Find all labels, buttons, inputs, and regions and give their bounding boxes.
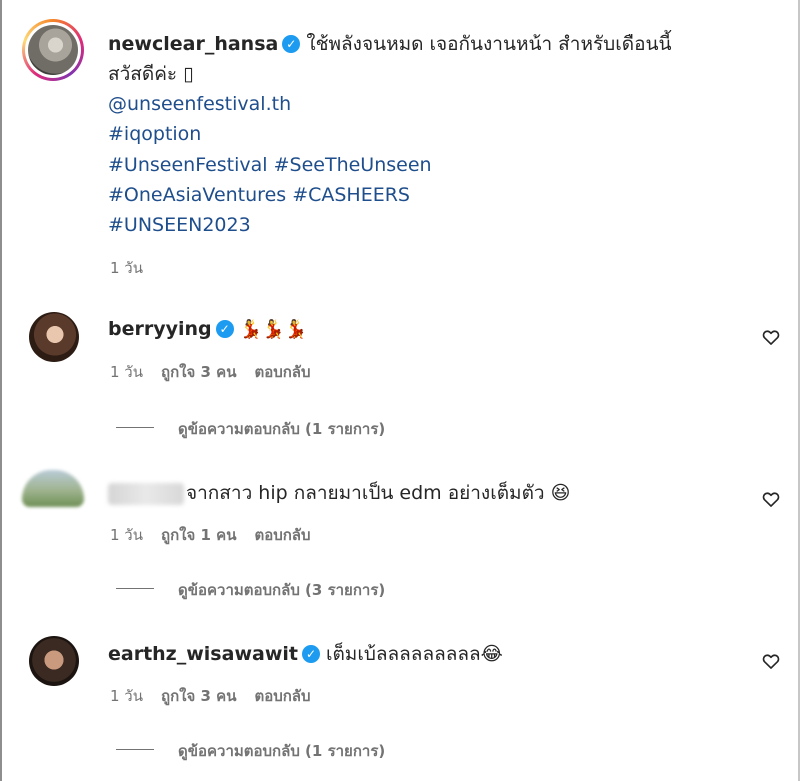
- comment-meta: 1 วัน ถูกใจ 1 คน ตอบกลับ: [110, 523, 329, 547]
- verified-badge-icon: ✓: [215, 320, 234, 338]
- commenter-avatar[interactable]: [29, 312, 79, 362]
- heart-icon[interactable]: [761, 651, 781, 671]
- reply-button[interactable]: ตอบกลับ: [254, 526, 310, 544]
- caption-avatar[interactable]: [22, 19, 84, 81]
- reply-button[interactable]: ตอบกลับ: [254, 687, 310, 705]
- comment-time[interactable]: 1 วัน: [110, 687, 143, 705]
- caption-line-2: สวัสดีค่ะ ▯: [108, 63, 194, 85]
- blurred-username[interactable]: [108, 483, 184, 505]
- comment-likes[interactable]: ถูกใจ 3 คน: [161, 363, 236, 381]
- commenter-avatar[interactable]: [29, 636, 79, 686]
- hashtag-link[interactable]: #UNSEEN2023: [108, 210, 251, 240]
- replies-divider: [116, 588, 154, 589]
- comment-meta: 1 วัน ถูกใจ 3 คน ตอบกลับ: [110, 684, 329, 708]
- reply-button[interactable]: ตอบกลับ: [254, 363, 310, 381]
- comment-text: 💃💃💃: [239, 319, 307, 340]
- comment-time[interactable]: 1 วัน: [110, 526, 143, 544]
- view-replies-button[interactable]: ดูข้อความตอบกลับ (3 รายการ): [178, 578, 385, 602]
- replies-divider: [116, 427, 154, 428]
- commenter-avatar[interactable]: [22, 470, 84, 507]
- caption-time[interactable]: 1 วัน: [110, 256, 143, 280]
- replies-divider: [116, 749, 154, 750]
- comment-meta: 1 วัน ถูกใจ 3 คน ตอบกลับ: [110, 360, 329, 384]
- comment-text: จากสาว hip กลายมาเป็น edm อย่างเต็มตัว 😆: [186, 482, 571, 504]
- verified-badge-icon: ✓: [301, 645, 320, 663]
- hashtag-link[interactable]: #iqoption: [108, 119, 201, 149]
- comment-likes[interactable]: ถูกใจ 3 คน: [161, 687, 236, 705]
- mention-link[interactable]: @unseenfestival.th: [108, 89, 291, 119]
- comment-text: เต็มเบ้ลลลลลลลลล😂: [325, 643, 503, 665]
- comment-line: earthz_wisawawit ✓ เต็มเบ้ลลลลลลลลล😂: [108, 639, 503, 669]
- window-frame-left: [0, 0, 2, 781]
- caption-line-1: newclear_hansa ✓ ใช้พลังจนหมด เจอกันงานหน้…: [108, 29, 671, 59]
- comment-line: berryying ✓ 💃💃💃: [108, 314, 307, 345]
- hashtag-link[interactable]: #OneAsiaVentures #CASHEERS: [108, 180, 410, 210]
- caption-text: ใช้พลังจนหมด เจอกันงานหน้า สำหรับเดือนนี…: [306, 33, 672, 55]
- heart-icon[interactable]: [761, 489, 781, 509]
- comment-username[interactable]: earthz_wisawawit: [108, 643, 298, 665]
- view-replies-button[interactable]: ดูข้อความตอบกลับ (1 รายการ): [178, 417, 385, 441]
- verified-badge-icon: ✓: [282, 35, 301, 53]
- comment-likes[interactable]: ถูกใจ 1 คน: [161, 526, 236, 544]
- caption-username[interactable]: newclear_hansa: [108, 33, 278, 55]
- comment-line: จากสาว hip กลายมาเป็น edm อย่างเต็มตัว 😆: [186, 478, 570, 508]
- heart-icon[interactable]: [761, 327, 781, 347]
- view-replies-button[interactable]: ดูข้อความตอบกลับ (1 รายการ): [178, 739, 385, 763]
- missing-glyph-icon: ▯: [183, 63, 194, 85]
- comment-time[interactable]: 1 วัน: [110, 363, 143, 381]
- comment-username[interactable]: berryying: [108, 318, 212, 340]
- hashtag-link[interactable]: #UnseenFestival #SeeTheUnseen: [108, 150, 432, 180]
